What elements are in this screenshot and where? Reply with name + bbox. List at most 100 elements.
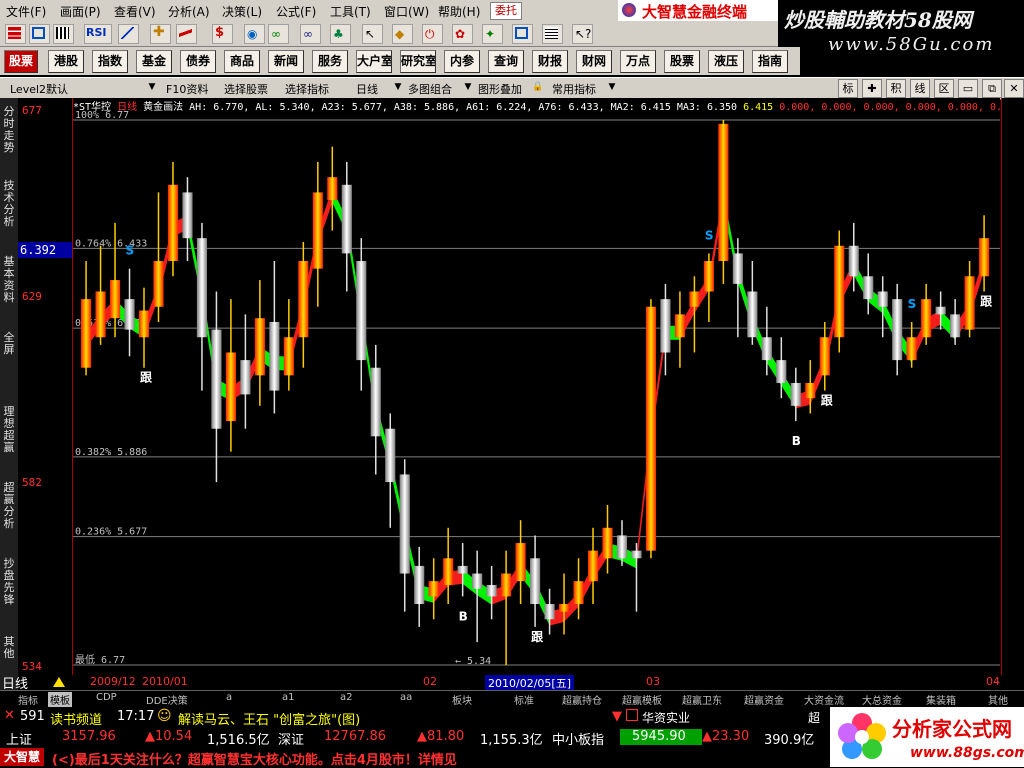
indicator-tab-11[interactable]: 超赢模板 xyxy=(622,692,662,707)
cat-service[interactable]: 服务 xyxy=(312,50,348,73)
menu-analysis[interactable]: 分析(A) xyxy=(168,3,210,20)
region-button[interactable]: 区 xyxy=(934,79,954,98)
mark-button[interactable]: 标 xyxy=(838,79,858,98)
eye-icon[interactable]: ◉ xyxy=(244,24,265,44)
menu-view-screen[interactable]: 画面(P) xyxy=(60,3,101,20)
cat-stock[interactable]: 股票 xyxy=(4,50,38,73)
ticker-brand[interactable]: 大智慧 xyxy=(0,748,44,766)
indicator-tab-15[interactable]: 大总资金 xyxy=(862,692,902,707)
crosshair-icon[interactable]: ✚ xyxy=(862,79,882,98)
overlay-button[interactable]: 图形叠加 xyxy=(478,81,522,97)
cat-hydraulic[interactable]: 液压 xyxy=(708,50,744,73)
indicator-tab-13[interactable]: 超赢资金 xyxy=(744,692,784,707)
news-headline[interactable]: 解读马云、王石 "创富之旅"(图) xyxy=(178,709,360,728)
puzzle-icon[interactable]: ✿ xyxy=(452,24,473,44)
grid2-icon[interactable] xyxy=(542,24,563,44)
news-close-icon[interactable]: ✕ xyxy=(4,708,15,723)
grid-icon[interactable] xyxy=(5,24,26,44)
tab-ideal-win[interactable]: 理想超赢 xyxy=(0,406,18,454)
cat-insider[interactable]: 内参 xyxy=(444,50,480,73)
diamond-icon[interactable]: ◆ xyxy=(392,24,413,44)
common-dropdown-icon[interactable]: ▼ xyxy=(606,80,618,95)
indicator-tab-2[interactable]: CDP xyxy=(96,692,117,703)
layout-icon[interactable] xyxy=(29,24,50,44)
tab-intraday[interactable]: 分时走势 xyxy=(0,106,18,154)
binoculars2-icon[interactable]: ∞ xyxy=(300,24,321,44)
move-icon[interactable]: ✚ xyxy=(150,24,171,44)
cat-stock2[interactable]: 股票 xyxy=(664,50,700,73)
tab-fullscreen[interactable]: 全屏 xyxy=(0,332,18,356)
select-stock-button[interactable]: 选择股票 xyxy=(224,81,268,97)
news-channel[interactable]: 读书频道 xyxy=(50,709,102,728)
cat-wandian[interactable]: 万点 xyxy=(620,50,656,73)
accumulate-button[interactable]: 积 xyxy=(886,79,906,98)
period-toggle-icon[interactable] xyxy=(53,677,65,687)
cat-index[interactable]: 指数 xyxy=(92,50,128,73)
window-restore-icon[interactable]: ⧉ xyxy=(982,79,1002,98)
multi-dropdown-icon[interactable]: ▼ xyxy=(462,80,474,95)
quote-sh-name[interactable]: 上证 xyxy=(6,729,32,748)
indicator-tab-8[interactable]: 板块 xyxy=(452,692,472,707)
kline-chart[interactable]: 100% 6.77 0.764% 6.433 0.618% 6.224 0.382% … xyxy=(73,98,1000,675)
cat-research[interactable]: 研究室 xyxy=(400,50,436,73)
level2-select[interactable]: Level2默认 xyxy=(10,81,68,97)
entrust-button[interactable]: 委托 xyxy=(490,2,522,20)
menu-formula[interactable]: 公式(F) xyxy=(276,3,316,20)
rsi-icon[interactable]: RSI xyxy=(84,24,112,44)
f10-button[interactable]: F10资料 xyxy=(166,81,208,97)
indicator-tab-7[interactable]: aa xyxy=(400,692,412,703)
cat-finance-net[interactable]: 财网 xyxy=(576,50,612,73)
news-stock[interactable]: 华资实业 xyxy=(642,709,690,726)
cat-news[interactable]: 新闻 xyxy=(268,50,304,73)
window-icon[interactable] xyxy=(512,24,533,44)
indicator-tab-14[interactable]: 大资金流 xyxy=(804,692,844,707)
tab-pioneer[interactable]: 抄盘先锋 xyxy=(0,558,18,606)
quote-sme-name[interactable]: 中小板指 xyxy=(552,729,604,748)
select-indicator-button[interactable]: 选择指标 xyxy=(285,81,329,97)
indicator-tab-4[interactable]: a xyxy=(226,692,232,703)
menu-window[interactable]: 窗口(W) xyxy=(384,3,429,20)
quote-sz-name[interactable]: 深证 xyxy=(278,729,304,748)
indicator-tab-5[interactable]: a1 xyxy=(282,692,295,703)
menu-tools[interactable]: 工具(T) xyxy=(330,3,371,20)
cat-vip-room[interactable]: 大户室 xyxy=(356,50,392,73)
period-dropdown-icon[interactable]: ▼ xyxy=(392,80,404,95)
indicator-tab-10[interactable]: 超赢持仓 xyxy=(562,692,602,707)
indicator-tab-16[interactable]: 集装箱 xyxy=(926,692,956,707)
right-scrollbar[interactable] xyxy=(1001,98,1024,690)
period-select[interactable]: 日线 xyxy=(356,81,378,97)
table-icon[interactable] xyxy=(53,24,74,44)
line-button[interactable]: 线 xyxy=(910,79,930,98)
tree-icon[interactable]: ♣ xyxy=(330,24,351,44)
menu-file[interactable]: 文件(F) xyxy=(6,3,46,20)
star-icon[interactable]: ✦ xyxy=(482,24,503,44)
money-icon[interactable]: $ xyxy=(212,24,233,44)
cat-report[interactable]: 财报 xyxy=(532,50,568,73)
indicator-tab-6[interactable]: a2 xyxy=(340,692,353,703)
tab-win-analysis[interactable]: 超赢分析 xyxy=(0,482,18,530)
cat-bond[interactable]: 债券 xyxy=(180,50,216,73)
common-indicator-button[interactable]: 常用指标 xyxy=(552,81,596,97)
ticker-text[interactable]: (<)最后1天关注什么？超赢智慧宝大核心功能。点击4月股市！详情见 xyxy=(52,749,457,768)
indicator-tab-17[interactable]: 其他 xyxy=(988,692,1008,707)
cat-hk[interactable]: 港股 xyxy=(48,50,84,73)
indicator-tab-1[interactable]: 模板 xyxy=(48,692,72,707)
multi-chart-button[interactable]: 多图组合 xyxy=(408,81,452,97)
lock-icon[interactable]: 🔒 xyxy=(532,80,544,95)
tab-other[interactable]: 其他 xyxy=(0,636,18,660)
tab-fundamental[interactable]: 基本资料 xyxy=(0,256,18,304)
binoculars-icon[interactable]: ∞ xyxy=(268,24,289,44)
indicator-tab-9[interactable]: 标准 xyxy=(514,692,534,707)
cat-guide[interactable]: 指南 xyxy=(752,50,788,73)
cat-query[interactable]: 查询 xyxy=(488,50,524,73)
close-icon[interactable]: ✕ xyxy=(1004,79,1024,98)
level2-dropdown-icon[interactable]: ▼ xyxy=(146,80,158,95)
menu-help[interactable]: 帮助(H) xyxy=(438,3,480,20)
ruler-icon[interactable] xyxy=(176,24,197,44)
window-max-icon[interactable]: ▭ xyxy=(958,79,978,98)
exit-icon[interactable]: ⏻ xyxy=(422,24,443,44)
cursor-icon[interactable]: ↖ xyxy=(362,24,383,44)
cat-fund[interactable]: 基金 xyxy=(136,50,172,73)
tab-technical[interactable]: 技术分析 xyxy=(0,180,18,228)
menu-decision[interactable]: 决策(L) xyxy=(222,3,262,20)
